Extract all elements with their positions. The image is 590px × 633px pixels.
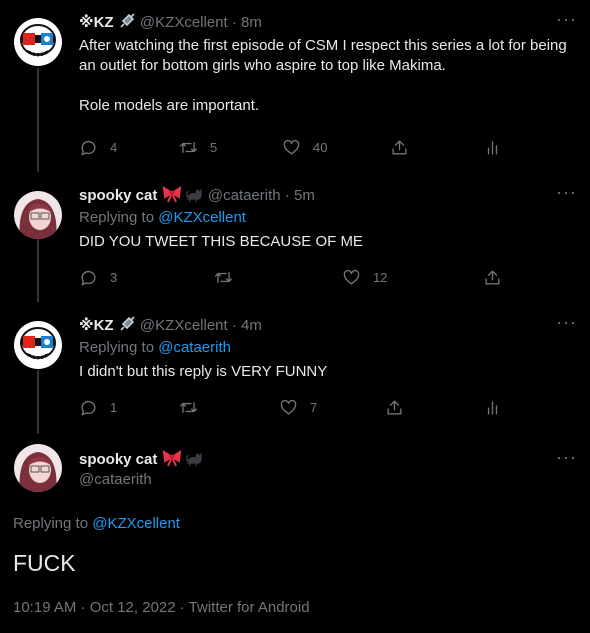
heart-icon: [283, 139, 300, 155]
replying-to-label: Replying to: [79, 339, 155, 356]
tweet-header: ※KZ @KZXcellent · 4m: [79, 315, 262, 335]
share-button[interactable]: [483, 267, 502, 287]
replying-to: Replying to @KZXcellent: [13, 514, 180, 534]
reply-count: 3: [110, 269, 118, 285]
user-handle[interactable]: @KZXcellent: [140, 317, 228, 334]
analytics-button[interactable]: [483, 397, 502, 417]
more-options-icon[interactable]: ···: [556, 313, 576, 335]
timestamp[interactable]: 8m: [241, 14, 262, 31]
tweet-actions: 1 7: [79, 397, 509, 417]
replying-to-label: Replying to: [13, 515, 89, 532]
share-icon: [392, 139, 407, 155]
avatar[interactable]: [14, 321, 62, 369]
display-name[interactable]: ※KZ: [79, 317, 114, 334]
retweet-icon: [179, 141, 198, 153]
display-name[interactable]: spooky cat: [79, 451, 157, 468]
retweet-icon: [179, 401, 198, 413]
like-button[interactable]: 7: [279, 397, 317, 417]
display-name[interactable]: spooky cat: [79, 187, 157, 204]
more-options-icon[interactable]: ···: [556, 448, 576, 470]
reply-button[interactable]: 4: [79, 137, 117, 157]
separator-dot: ·: [231, 14, 237, 31]
like-button[interactable]: 12: [342, 267, 387, 287]
retweet-button[interactable]: [214, 267, 245, 287]
retweet-icon: [214, 271, 233, 283]
tweet[interactable]: ※KZ @KZXcellent · 4m ··· Replying to @ca…: [0, 313, 590, 425]
like-count: 12: [373, 269, 388, 285]
anime-girl-avatar-icon: [14, 444, 62, 492]
reply-button[interactable]: 1: [79, 397, 117, 417]
replying-to-link[interactable]: @KZXcellent: [158, 209, 246, 226]
like-count: 40: [313, 139, 328, 155]
retweet-count: 5: [210, 139, 218, 155]
analytics-icon: [487, 400, 498, 415]
tweet-header: ※KZ @KZXcellent · 8m: [79, 12, 262, 32]
separator-dot: ·: [284, 187, 290, 204]
replying-to: Replying to @KZXcellent: [79, 208, 246, 228]
tweet-text: I didn't but this reply is VERY FUNNY: [79, 363, 328, 380]
reply-icon: [81, 400, 96, 415]
more-options-icon[interactable]: ···: [556, 10, 576, 32]
reply-count: 4: [110, 139, 118, 155]
avatar[interactable]: [14, 191, 62, 239]
share-icon: [485, 269, 500, 285]
tweet-actions: 3 12: [79, 267, 509, 287]
black-cat-icon: [185, 185, 204, 209]
tweet-text: DID YOU TWEET THIS BECAUSE OF ME: [79, 233, 363, 250]
user-handle[interactable]: @KZXcellent: [140, 14, 228, 31]
skull-avatar-icon: [14, 321, 62, 369]
analytics-button[interactable]: [483, 137, 502, 157]
replying-to-link[interactable]: @KZXcellent: [92, 515, 180, 532]
ribbon-icon: [162, 449, 182, 473]
separator-dot: ·: [231, 317, 237, 334]
anime-girl-avatar-icon: [14, 191, 62, 239]
replying-to: Replying to @cataerith: [79, 338, 231, 358]
analytics-icon: [487, 140, 498, 155]
tweet-actions: 4 5 40: [79, 137, 509, 157]
reply-icon: [81, 270, 96, 285]
tweet-text: FUCK: [13, 550, 76, 576]
like-button[interactable]: 40: [282, 137, 327, 157]
heart-icon: [280, 399, 297, 415]
avatar[interactable]: [14, 18, 62, 66]
reply-button[interactable]: 3: [79, 267, 117, 287]
heart-icon: [343, 269, 360, 285]
tweet[interactable]: ※KZ @KZXcellent · 8m ··· After watching …: [0, 10, 590, 162]
avatar[interactable]: [14, 444, 62, 492]
syringe-icon: [118, 12, 136, 36]
tweet-text: After watching the first episode of CSM …: [79, 37, 567, 114]
ribbon-icon: [162, 185, 182, 209]
user-handle[interactable]: @cataerith: [79, 470, 152, 490]
tweet-meta[interactable]: 10:19 AM · Oct 12, 2022 · Twitter for An…: [13, 598, 310, 618]
more-options-icon[interactable]: ···: [556, 183, 576, 205]
reply-icon: [81, 140, 96, 155]
user-handle[interactable]: @cataerith: [208, 187, 281, 204]
skull-avatar-icon: [14, 18, 62, 66]
syringe-icon: [118, 315, 136, 339]
tweet[interactable]: spooky cat @cataerith · 5m ··· Replying …: [0, 183, 590, 295]
timestamp[interactable]: 5m: [294, 187, 315, 204]
black-cat-icon: [185, 449, 204, 473]
retweet-button[interactable]: [179, 397, 210, 417]
replying-to-label: Replying to: [79, 209, 155, 226]
like-count: 7: [310, 399, 318, 415]
retweet-button[interactable]: 5: [179, 137, 217, 157]
display-name[interactable]: ※KZ: [79, 14, 114, 31]
reply-count: 1: [110, 399, 118, 415]
replying-to-link[interactable]: @cataerith: [158, 339, 231, 356]
tweet-header: spooky cat @cataerith · 5m: [79, 185, 315, 205]
share-button[interactable]: [390, 137, 409, 157]
share-button[interactable]: [385, 397, 404, 417]
timestamp[interactable]: 4m: [241, 317, 262, 334]
share-icon: [387, 399, 402, 415]
